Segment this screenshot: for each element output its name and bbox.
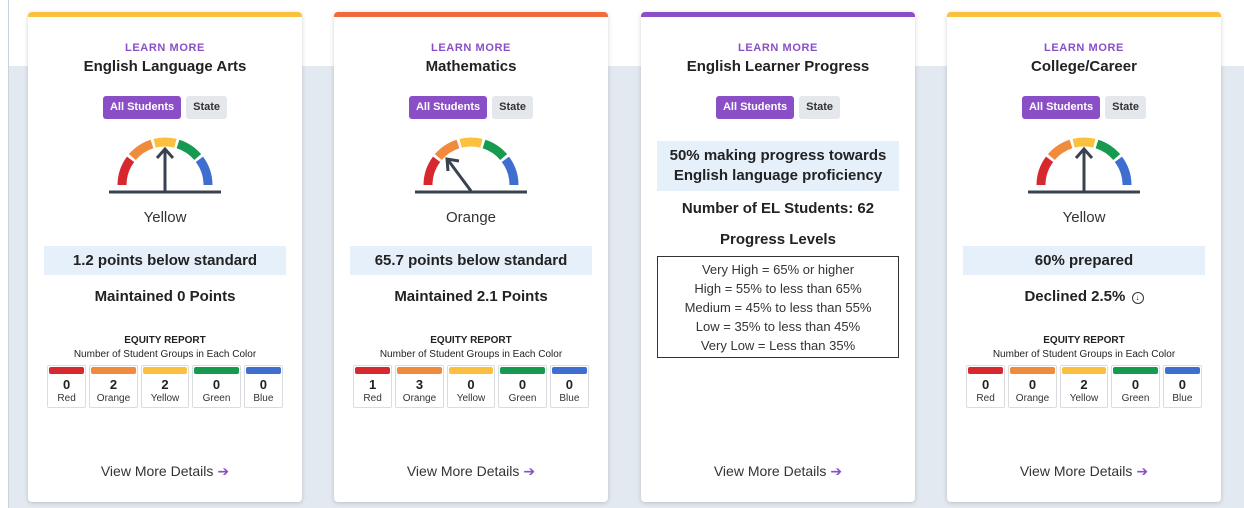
level-very-high: Very High = 65% or higher bbox=[701, 262, 855, 277]
equity-orange: 3 Orange bbox=[395, 365, 444, 408]
view-more-details-link[interactable]: View More Details ➔ bbox=[641, 463, 915, 480]
arrow-right-icon: ➔ bbox=[523, 463, 536, 479]
status-text: 65.7 points below standard bbox=[350, 246, 592, 275]
learn-more-link[interactable]: LEARN MORE bbox=[641, 42, 915, 54]
learn-more-link[interactable]: LEARN MORE bbox=[947, 42, 1221, 54]
equity-red: 1 Red bbox=[353, 365, 393, 408]
arrow-right-icon: ➔ bbox=[217, 463, 230, 479]
equity-report-subtitle: Number of Student Groups in Each Color bbox=[73, 349, 257, 360]
level-high: High = 55% to less than 65% bbox=[694, 281, 862, 296]
progress-summary: 50% making progress towards English lang… bbox=[657, 141, 899, 191]
progress-levels-title: Progress Levels bbox=[720, 231, 836, 248]
equity-green: 0 Green bbox=[1111, 365, 1160, 408]
status-text: 60% prepared bbox=[963, 246, 1205, 275]
card-college-career: LEARN MORE College/Career All Students S… bbox=[947, 12, 1221, 502]
state-button[interactable]: State bbox=[186, 96, 228, 119]
card-accent-bar bbox=[641, 12, 915, 17]
all-students-button[interactable]: All Students bbox=[408, 96, 488, 119]
state-button[interactable]: State bbox=[1105, 96, 1147, 119]
card-title: Mathematics bbox=[425, 58, 517, 75]
card-accent-bar bbox=[334, 12, 608, 17]
equity-orange: 0 Orange bbox=[1008, 365, 1057, 408]
progress-levels-table: Very High = 65% or higher High = 55% to … bbox=[657, 256, 899, 358]
equity-blue: 0 Blue bbox=[549, 365, 589, 408]
all-students-button[interactable]: All Students bbox=[102, 96, 182, 119]
card-accent-bar bbox=[28, 12, 302, 17]
dashboard-page: LEARN MORE English Language Arts All Stu… bbox=[0, 0, 1244, 508]
equity-green: 0 Green bbox=[192, 365, 241, 408]
learn-more-link[interactable]: LEARN MORE bbox=[334, 42, 608, 54]
change-text: Maintained 0 Points bbox=[94, 288, 236, 305]
change-text: Declined 2.5% ↓ bbox=[947, 288, 1221, 305]
student-toggle: All Students State bbox=[28, 96, 302, 119]
equity-red: 0 Red bbox=[966, 365, 1006, 408]
equity-green: 0 Green bbox=[498, 365, 547, 408]
student-toggle: All Students State bbox=[334, 96, 608, 119]
card-accent-bar bbox=[947, 12, 1221, 17]
equity-red: 0 Red bbox=[47, 365, 87, 408]
level-very-low: Very Low = Less than 35% bbox=[700, 338, 856, 353]
equity-blue: 0 Blue bbox=[243, 365, 283, 408]
equity-report-subtitle: Number of Student Groups in Each Color bbox=[992, 349, 1176, 360]
equity-report-subtitle: Number of Student Groups in Each Color bbox=[379, 349, 563, 360]
view-more-details-link[interactable]: View More Details ➔ bbox=[334, 463, 608, 480]
state-button[interactable]: State bbox=[799, 96, 841, 119]
all-students-button[interactable]: All Students bbox=[715, 96, 795, 119]
all-students-button[interactable]: All Students bbox=[1021, 96, 1101, 119]
arrow-down-circle-icon: ↓ bbox=[1131, 292, 1144, 304]
equity-yellow: 2 Yellow bbox=[1059, 365, 1109, 408]
equity-counts: 0 Red 2 Orange 2 Yellow 0 Green 0 Blue bbox=[47, 365, 283, 408]
performance-color-label: Orange bbox=[445, 209, 497, 226]
arrow-right-icon: ➔ bbox=[1136, 463, 1149, 479]
level-medium: Medium = 45% to less than 55% bbox=[684, 300, 872, 315]
yellow-gauge-icon bbox=[109, 137, 221, 194]
yellow-gauge-icon bbox=[1028, 137, 1140, 194]
card-title: English Learner Progress bbox=[686, 58, 870, 75]
student-toggle: All Students State bbox=[641, 96, 915, 119]
learn-more-link[interactable]: LEARN MORE bbox=[28, 42, 302, 54]
view-more-details-link[interactable]: View More Details ➔ bbox=[28, 463, 302, 480]
student-toggle: All Students State bbox=[947, 96, 1221, 119]
equity-report-title: EQUITY REPORT bbox=[430, 335, 512, 346]
card-english-learner-progress: LEARN MORE English Learner Progress All … bbox=[641, 12, 915, 502]
equity-counts: 1 Red 3 Orange 0 Yellow 0 Green 0 Blue bbox=[353, 365, 589, 408]
view-more-details-link[interactable]: View More Details ➔ bbox=[947, 463, 1221, 480]
equity-report-title: EQUITY REPORT bbox=[124, 335, 206, 346]
card-mathematics: LEARN MORE Mathematics All Students Stat… bbox=[334, 12, 608, 502]
performance-color-label: Yellow bbox=[143, 209, 187, 226]
equity-report-title: EQUITY REPORT bbox=[1043, 335, 1125, 346]
orange-gauge-icon bbox=[415, 137, 527, 194]
level-low: Low = 35% to less than 45% bbox=[695, 319, 861, 334]
equity-blue: 0 Blue bbox=[1162, 365, 1202, 408]
card-title: College/Career bbox=[1031, 58, 1137, 75]
equity-yellow: 2 Yellow bbox=[140, 365, 190, 408]
equity-yellow: 0 Yellow bbox=[446, 365, 496, 408]
el-student-count: Number of EL Students: 62 bbox=[681, 200, 875, 217]
performance-color-label: Yellow bbox=[1062, 209, 1106, 226]
card-english-language-arts: LEARN MORE English Language Arts All Stu… bbox=[28, 12, 302, 502]
change-text: Maintained 2.1 Points bbox=[394, 288, 548, 305]
card-title: English Language Arts bbox=[83, 58, 247, 75]
equity-counts: 0 Red 0 Orange 2 Yellow 0 Green 0 Blue bbox=[966, 365, 1202, 408]
arrow-right-icon: ➔ bbox=[830, 463, 843, 479]
equity-orange: 2 Orange bbox=[89, 365, 138, 408]
status-text: 1.2 points below standard bbox=[44, 246, 286, 275]
state-button[interactable]: State bbox=[492, 96, 534, 119]
